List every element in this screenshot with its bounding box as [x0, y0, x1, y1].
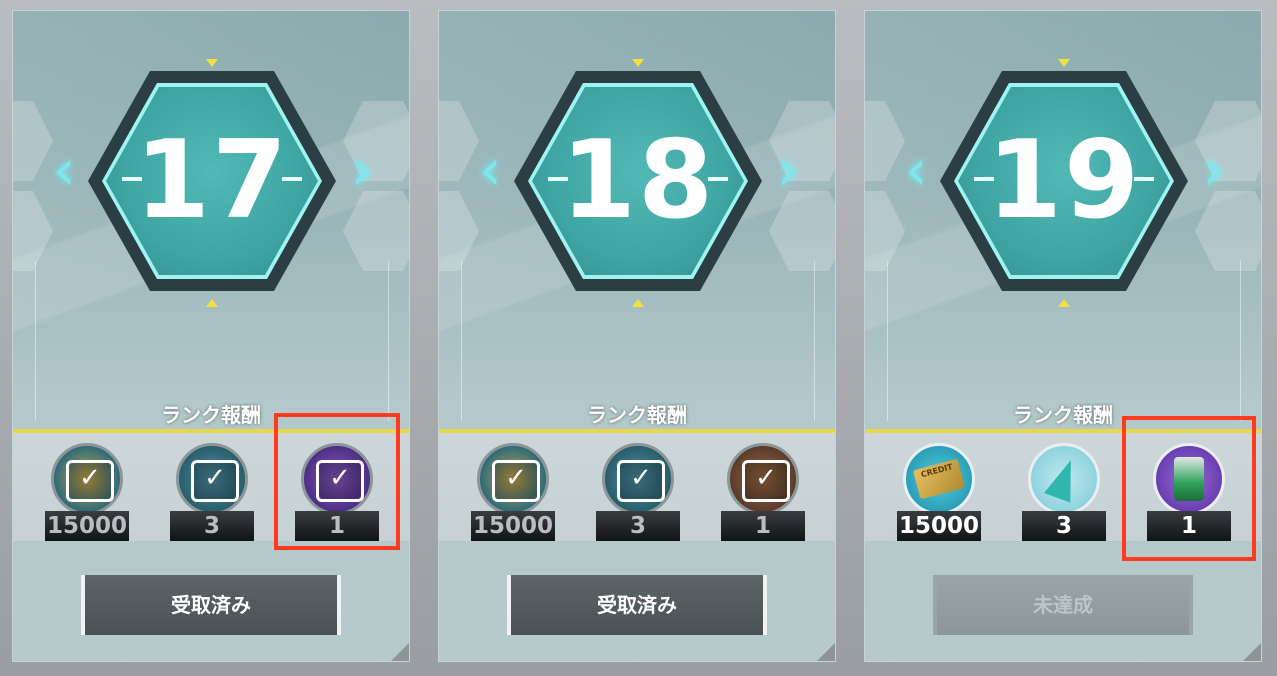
credit-icon — [477, 443, 549, 515]
claimed-button[interactable]: 受取済み — [507, 575, 767, 635]
claimed-button[interactable]: 受取済み — [81, 575, 341, 635]
reward-amount: 1 — [721, 511, 805, 541]
reward-item-crystal[interactable]: 3 — [1022, 443, 1106, 541]
rank-marker-top — [206, 59, 218, 67]
rank-card-18: ‹ › 18 ランク報酬 15000 3 1 — [438, 10, 836, 662]
brown-item-icon — [727, 443, 799, 515]
rank-hexagon: 19 — [940, 71, 1188, 291]
reward-item-credit-card[interactable]: CREDIT 15000 — [897, 443, 981, 541]
reward-item-crystal[interactable]: 3 — [170, 443, 254, 541]
rank-number: 17 — [134, 118, 290, 243]
rank-marker-bottom — [632, 299, 644, 307]
reward-amount: 15000 — [45, 511, 129, 541]
reward-item-crystal[interactable]: 3 — [596, 443, 680, 541]
credit-card-graphic: CREDIT — [912, 458, 966, 500]
crystal-icon — [602, 443, 674, 515]
chevron-left-icon: ‹ — [479, 138, 502, 203]
credit-card-icon: CREDIT — [903, 443, 975, 515]
reward-amount: 15000 — [471, 511, 555, 541]
rank-card-19: ‹ › 19 ランク報酬 CREDIT 15000 3 1 未達成 — [864, 10, 1262, 662]
crystal-graphic — [1044, 455, 1084, 503]
rank-rewards-screen: ‹ › 17 ランク報酬 15000 3 1 — [0, 0, 1277, 676]
rank-hexagon: 17 — [88, 71, 336, 291]
crystal-icon — [176, 443, 248, 515]
rank-number: 19 — [986, 118, 1142, 243]
crystal-icon — [1028, 443, 1100, 515]
not-achieved-button[interactable]: 未達成 — [933, 575, 1193, 635]
reward-item-brown[interactable]: 1 — [721, 443, 805, 541]
reward-amount: 3 — [596, 511, 680, 541]
chevron-right-icon: › — [1203, 138, 1226, 203]
rank-hexagon: 18 — [514, 71, 762, 291]
reward-strip: 15000 3 1 — [439, 429, 835, 541]
rank-number: 18 — [560, 118, 716, 243]
reward-amount: 3 — [1022, 511, 1106, 541]
chevron-left-icon: ‹ — [53, 138, 76, 203]
chevron-right-icon: › — [351, 138, 374, 203]
highlight-box-rank19-reward — [1122, 416, 1256, 561]
chevron-right-icon: › — [777, 138, 800, 203]
chevron-left-icon: ‹ — [905, 138, 928, 203]
highlight-box-rank17-reward — [274, 413, 400, 550]
rank-marker-bottom — [1058, 299, 1070, 307]
reward-amount: 3 — [170, 511, 254, 541]
rank-marker-bottom — [206, 299, 218, 307]
reward-item-credit[interactable]: 15000 — [471, 443, 555, 541]
rank-reward-title: ランク報酬 — [587, 403, 687, 427]
reward-amount: 15000 — [897, 511, 981, 541]
credit-icon — [51, 443, 123, 515]
reward-item-credit[interactable]: 15000 — [45, 443, 129, 541]
rank-marker-top — [1058, 59, 1070, 67]
rank-marker-top — [632, 59, 644, 67]
rank-card-17: ‹ › 17 ランク報酬 15000 3 1 — [12, 10, 410, 662]
